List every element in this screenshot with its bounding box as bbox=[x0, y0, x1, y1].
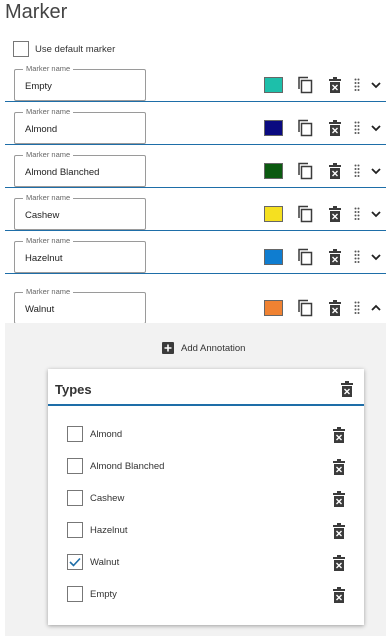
types-card: Types Almond Almond Blanched Cashew Haze… bbox=[48, 369, 364, 625]
trash-icon[interactable] bbox=[328, 163, 342, 179]
marker-name-value: Almond bbox=[25, 124, 58, 135]
marker-row: Marker name Almond bbox=[5, 107, 386, 145]
marker-color-swatch[interactable] bbox=[264, 120, 283, 136]
type-label: Walnut bbox=[90, 557, 120, 568]
use-default-marker-row[interactable]: Use default marker bbox=[13, 40, 115, 58]
marker-row: Marker name Hazelnut bbox=[5, 236, 386, 274]
type-list-item[interactable]: Hazelnut bbox=[67, 521, 357, 541]
marker-name-field[interactable]: Marker name Hazelnut bbox=[14, 236, 146, 273]
type-label: Empty bbox=[90, 589, 117, 600]
drag-handle-icon[interactable] bbox=[354, 301, 360, 315]
add-annotation-button[interactable]: Add Annotation bbox=[162, 342, 245, 354]
marker-name-value: Hazelnut bbox=[25, 253, 63, 264]
check-icon bbox=[69, 557, 81, 567]
trash-icon[interactable] bbox=[328, 77, 342, 93]
use-default-marker-checkbox[interactable] bbox=[13, 41, 29, 57]
trash-icon[interactable] bbox=[340, 381, 354, 397]
type-label: Hazelnut bbox=[90, 525, 128, 536]
trash-icon[interactable] bbox=[332, 427, 346, 443]
type-label: Almond Blanched bbox=[90, 461, 165, 472]
marker-name-field[interactable]: Marker name Walnut bbox=[14, 287, 146, 324]
trash-icon[interactable] bbox=[332, 459, 346, 475]
add-annotation-label: Add Annotation bbox=[181, 342, 246, 354]
copy-icon[interactable] bbox=[297, 248, 313, 266]
chevron-up-icon[interactable] bbox=[370, 302, 382, 314]
copy-icon[interactable] bbox=[297, 162, 313, 180]
type-checkbox[interactable] bbox=[67, 522, 83, 538]
page-title: Marker bbox=[5, 1, 68, 23]
type-checkbox[interactable] bbox=[67, 554, 83, 570]
drag-handle-icon[interactable] bbox=[354, 164, 360, 178]
drag-handle-icon[interactable] bbox=[354, 78, 360, 92]
type-list-item[interactable]: Cashew bbox=[67, 489, 357, 509]
copy-icon[interactable] bbox=[297, 119, 313, 137]
marker-name-legend: Marker name bbox=[23, 64, 74, 74]
marker-name-legend: Marker name bbox=[23, 193, 74, 203]
types-title: Types bbox=[55, 382, 92, 397]
copy-icon[interactable] bbox=[297, 299, 313, 317]
trash-icon[interactable] bbox=[328, 249, 342, 265]
chevron-down-icon[interactable] bbox=[370, 165, 382, 177]
marker-color-swatch[interactable] bbox=[264, 163, 283, 179]
type-checkbox[interactable] bbox=[67, 490, 83, 506]
marker-name-value: Almond Blanched bbox=[25, 167, 100, 178]
use-default-marker-label: Use default marker bbox=[35, 43, 116, 55]
trash-icon[interactable] bbox=[328, 120, 342, 136]
trash-icon[interactable] bbox=[332, 555, 346, 571]
type-list-item[interactable]: Empty bbox=[67, 585, 357, 605]
marker-name-field[interactable]: Marker name Almond Blanched bbox=[14, 150, 146, 187]
marker-color-swatch[interactable] bbox=[264, 300, 283, 316]
marker-row-expanded: Marker name Walnut bbox=[5, 287, 386, 325]
plus-icon bbox=[162, 342, 174, 354]
marker-name-field[interactable]: Marker name Cashew bbox=[14, 193, 146, 230]
type-checkbox[interactable] bbox=[67, 426, 83, 442]
trash-icon[interactable] bbox=[328, 300, 342, 316]
marker-row: Marker name Almond Blanched bbox=[5, 150, 386, 188]
chevron-down-icon[interactable] bbox=[370, 208, 382, 220]
marker-name-legend: Marker name bbox=[23, 236, 74, 246]
trash-icon[interactable] bbox=[332, 491, 346, 507]
type-list-item[interactable]: Almond bbox=[67, 425, 357, 445]
drag-handle-icon[interactable] bbox=[354, 121, 360, 135]
marker-name-field[interactable]: Marker name Empty bbox=[14, 64, 146, 101]
marker-row: Marker name Cashew bbox=[5, 193, 386, 231]
marker-color-swatch[interactable] bbox=[264, 77, 283, 93]
type-label: Cashew bbox=[90, 493, 125, 504]
marker-name-legend: Marker name bbox=[23, 150, 74, 160]
trash-icon[interactable] bbox=[328, 206, 342, 222]
trash-icon[interactable] bbox=[332, 587, 346, 603]
type-checkbox[interactable] bbox=[67, 458, 83, 474]
marker-detail-panel: Add Annotation Types Almond Almond Blanc… bbox=[5, 323, 386, 636]
marker-name-value: Cashew bbox=[25, 210, 60, 221]
chevron-down-icon[interactable] bbox=[370, 122, 382, 134]
marker-color-swatch[interactable] bbox=[264, 206, 283, 222]
marker-name-value: Empty bbox=[25, 81, 52, 92]
type-list-item[interactable]: Walnut bbox=[67, 553, 357, 573]
chevron-down-icon[interactable] bbox=[370, 79, 382, 91]
marker-name-field[interactable]: Marker name Almond bbox=[14, 107, 146, 144]
type-checkbox[interactable] bbox=[67, 586, 83, 602]
chevron-down-icon[interactable] bbox=[370, 251, 382, 263]
copy-icon[interactable] bbox=[297, 76, 313, 94]
types-header: Types bbox=[48, 369, 364, 406]
copy-icon[interactable] bbox=[297, 205, 313, 223]
type-list-item[interactable]: Almond Blanched bbox=[67, 457, 357, 477]
marker-name-legend: Marker name bbox=[23, 107, 74, 117]
marker-name-value: Walnut bbox=[25, 304, 55, 315]
marker-name-legend: Marker name bbox=[23, 287, 74, 297]
marker-row: Marker name Empty bbox=[5, 64, 386, 102]
marker-color-swatch[interactable] bbox=[264, 249, 283, 265]
trash-icon[interactable] bbox=[332, 523, 346, 539]
drag-handle-icon[interactable] bbox=[354, 207, 360, 221]
type-label: Almond bbox=[90, 429, 123, 440]
drag-handle-icon[interactable] bbox=[354, 250, 360, 264]
